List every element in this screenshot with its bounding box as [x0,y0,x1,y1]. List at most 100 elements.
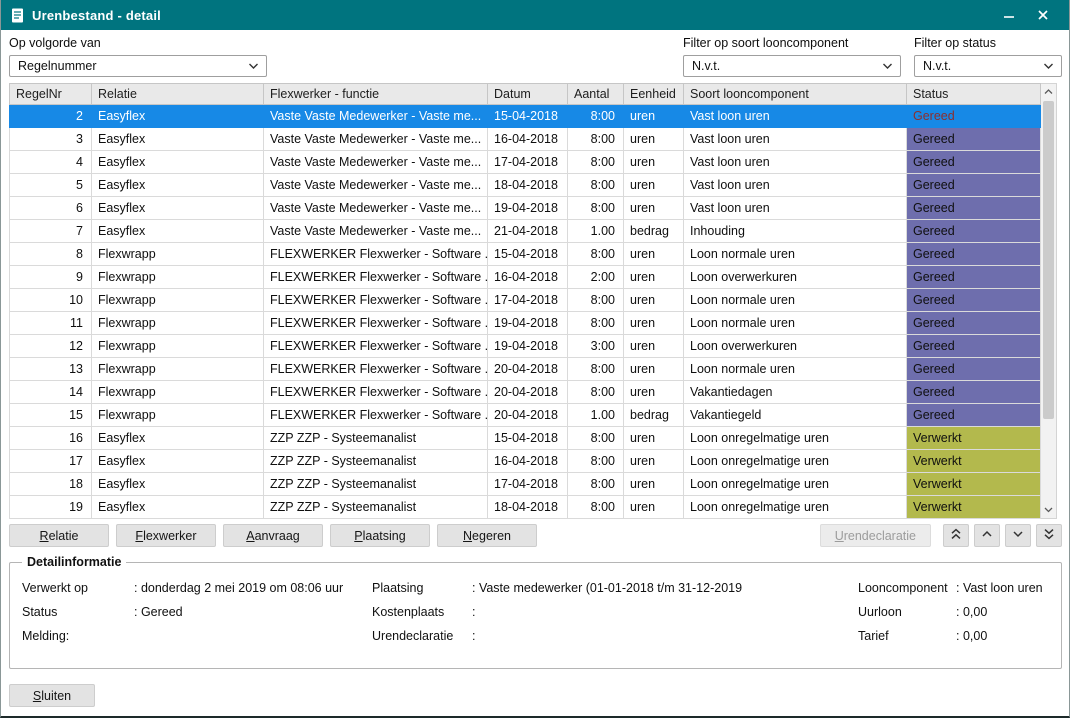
cell-eenheid: uren [624,151,684,174]
cell-looncomponent: Loon normale uren [684,289,907,312]
cell-aantal: 8:00 [568,450,624,473]
looncomponent-dropdown[interactable]: N.v.t. [683,55,901,77]
urendeclaratie-button[interactable]: Urendeclaratie [820,524,931,547]
table-row[interactable]: 14 Flexwrapp FLEXWERKER Flexwerker - Sof… [10,381,1041,404]
table-row[interactable]: 3 Easyflex Vaste Vaste Medewerker - Vast… [10,128,1041,151]
header-relatie[interactable]: Relatie [92,84,264,105]
cell-aantal: 8:00 [568,128,624,151]
table-row[interactable]: 10 Flexwrapp FLEXWERKER Flexwerker - Sof… [10,289,1041,312]
cell-status: Gereed [907,105,1041,128]
cell-looncomponent: Loon normale uren [684,243,907,266]
header-status[interactable]: Status [907,84,1041,105]
sluiten-button[interactable]: Sluiten [9,684,95,707]
scrollbar-up-icon[interactable] [1041,84,1056,100]
cell-eenheid: uren [624,473,684,496]
header-aantal[interactable]: Aantal [568,84,624,105]
cell-flexwerker: FLEXWERKER Flexwerker - Software ... [264,381,488,404]
table-row[interactable]: 9 Flexwrapp FLEXWERKER Flexwerker - Soft… [10,266,1041,289]
header-eenheid[interactable]: Eenheid [624,84,684,105]
flexwerker-button[interactable]: Flexwerker [116,524,216,547]
plaatsing-button[interactable]: Plaatsing [330,524,430,547]
detail-label-looncomponent: Looncomponent [858,581,956,595]
cell-aantal: 8:00 [568,312,624,335]
table-row[interactable]: 8 Flexwrapp FLEXWERKER Flexwerker - Soft… [10,243,1041,266]
cell-aantal: 8:00 [568,358,624,381]
aanvraag-button[interactable]: Aanvraag [223,524,323,547]
detail-value-plaatsing: : Vaste medewerker (01-01-2018 t/m 31-12… [472,581,858,595]
scrollbar-track[interactable] [1041,100,1056,502]
cell-flexwerker: FLEXWERKER Flexwerker - Software ... [264,243,488,266]
nav-first-button[interactable] [943,524,969,547]
cell-flexwerker: FLEXWERKER Flexwerker - Software ... [264,404,488,427]
cell-regelnr: 18 [10,473,92,496]
header-flexwerker[interactable]: Flexwerker - functie [264,84,488,105]
cell-datum: 16-04-2018 [488,450,568,473]
status-dropdown-value: N.v.t. [923,59,951,73]
header-datum[interactable]: Datum [488,84,568,105]
detail-value-kostenplaats: : [472,605,858,619]
looncomponent-filter-group: Filter op soort looncomponent N.v.t. [683,36,901,77]
cell-datum: 17-04-2018 [488,289,568,312]
cell-eenheid: uren [624,427,684,450]
double-chevron-up-icon [950,528,962,543]
table-body: 2 Easyflex Vaste Vaste Medewerker - Vast… [10,105,1041,519]
negeren-button[interactable]: Negeren [437,524,537,547]
header-looncomponent[interactable]: Soort looncomponent [684,84,907,105]
cell-looncomponent: Vast loon uren [684,197,907,220]
status-dropdown[interactable]: N.v.t. [914,55,1062,77]
cell-datum: 20-04-2018 [488,381,568,404]
cell-status: Gereed [907,358,1041,381]
cell-flexwerker: Vaste Vaste Medewerker - Vaste me... [264,128,488,151]
cell-regelnr: 3 [10,128,92,151]
cell-eenheid: uren [624,128,684,151]
cell-aantal: 8:00 [568,381,624,404]
table-row[interactable]: 16 Easyflex ZZP ZZP - Systeemanalist 15-… [10,427,1041,450]
cell-relatie: Easyflex [92,105,264,128]
table-row[interactable]: 11 Flexwrapp FLEXWERKER Flexwerker - Sof… [10,312,1041,335]
cell-relatie: Flexwrapp [92,335,264,358]
cell-flexwerker: FLEXWERKER Flexwerker - Software ... [264,335,488,358]
cell-status: Verwerkt [907,496,1041,519]
table-row[interactable]: 13 Flexwrapp FLEXWERKER Flexwerker - Sof… [10,358,1041,381]
action-row: Relatie Flexwerker Aanvraag Plaatsing Ne… [9,524,1062,547]
cell-regelnr: 6 [10,197,92,220]
table-row[interactable]: 5 Easyflex Vaste Vaste Medewerker - Vast… [10,174,1041,197]
cell-datum: 16-04-2018 [488,128,568,151]
nav-previous-button[interactable] [974,524,1000,547]
chevron-down-icon [1043,59,1054,73]
table-row[interactable]: 4 Easyflex Vaste Vaste Medewerker - Vast… [10,151,1041,174]
cell-datum: 18-04-2018 [488,174,568,197]
cell-looncomponent: Vakantiegeld [684,404,907,427]
nav-last-button[interactable] [1036,524,1062,547]
cell-relatie: Easyflex [92,128,264,151]
scrollbar-thumb[interactable] [1043,101,1054,419]
vertical-scrollbar[interactable] [1041,83,1057,519]
table-row[interactable]: 6 Easyflex Vaste Vaste Medewerker - Vast… [10,197,1041,220]
cell-looncomponent: Loon normale uren [684,358,907,381]
looncomponent-filter-label: Filter op soort looncomponent [683,36,901,50]
table-row[interactable]: 17 Easyflex ZZP ZZP - Systeemanalist 16-… [10,450,1041,473]
cell-looncomponent: Inhouding [684,220,907,243]
order-dropdown[interactable]: Regelnummer [9,55,267,77]
cell-eenheid: uren [624,174,684,197]
cell-looncomponent: Vast loon uren [684,105,907,128]
chevron-down-icon [248,59,259,73]
close-button[interactable] [1027,2,1059,28]
table-row[interactable]: 12 Flexwrapp FLEXWERKER Flexwerker - Sof… [10,335,1041,358]
nav-next-button[interactable] [1005,524,1031,547]
detail-value-uurloon: : 0,00 [956,605,1049,619]
relatie-button[interactable]: Relatie [9,524,109,547]
table-row[interactable]: 7 Easyflex Vaste Vaste Medewerker - Vast… [10,220,1041,243]
status-filter-label: Filter op status [914,36,1062,50]
header-regelnr[interactable]: RegelNr [10,84,92,105]
cell-status: Gereed [907,243,1041,266]
table-row[interactable]: 19 Easyflex ZZP ZZP - Systeemanalist 18-… [10,496,1041,519]
cell-regelnr: 13 [10,358,92,381]
scrollbar-down-icon[interactable] [1041,502,1056,518]
detail-label-uurloon: Uurloon [858,605,956,619]
minimize-button[interactable] [993,2,1025,28]
table-row[interactable]: 2 Easyflex Vaste Vaste Medewerker - Vast… [10,105,1041,128]
cell-eenheid: bedrag [624,404,684,427]
table-row[interactable]: 15 Flexwrapp FLEXWERKER Flexwerker - Sof… [10,404,1041,427]
table-row[interactable]: 18 Easyflex ZZP ZZP - Systeemanalist 17-… [10,473,1041,496]
